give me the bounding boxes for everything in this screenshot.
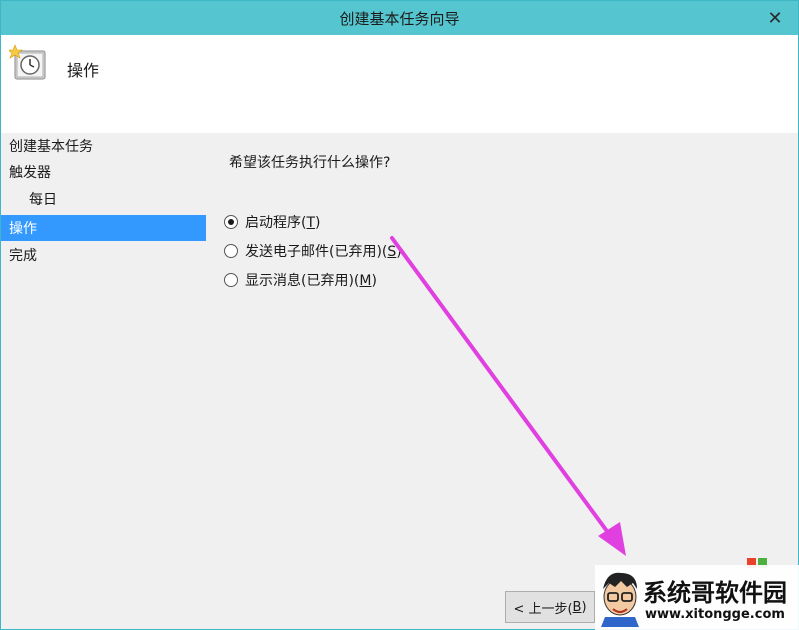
mascot-logo-icon bbox=[601, 572, 639, 627]
window-title: 创建基本任务向导 bbox=[339, 9, 460, 28]
back-button-suffix: ) bbox=[581, 599, 587, 615]
title-bar: 创建基本任务向导 ✕ bbox=[1, 1, 798, 35]
sidebar-item-trigger[interactable]: 触发器 bbox=[1, 159, 206, 185]
option-label: 启动程序(T) bbox=[245, 215, 321, 231]
watermark-site-name: 系统哥软件园 bbox=[643, 579, 787, 607]
radio-send-email[interactable] bbox=[224, 244, 238, 258]
wizard-content: 希望该任务执行什么操作? 启动程序(T) 发送电子邮件(已弃用)(S) 显示消息… bbox=[206, 133, 798, 629]
task-scheduler-clock-icon bbox=[9, 44, 46, 80]
sidebar-item-create-basic-task[interactable]: 创建基本任务 bbox=[1, 133, 206, 159]
sidebar-item-action[interactable]: 操作 bbox=[1, 215, 206, 241]
option-label: 发送电子邮件(已弃用)(S) bbox=[245, 244, 402, 260]
radio-display-message[interactable] bbox=[224, 273, 238, 287]
option-display-message[interactable]: 显示消息(已弃用)(M) bbox=[224, 270, 377, 290]
sidebar-item-daily[interactable]: 每日 bbox=[1, 186, 206, 212]
sidebar-item-finish[interactable]: 完成 bbox=[1, 242, 206, 268]
page-heading: 操作 bbox=[67, 61, 100, 80]
radio-start-program[interactable] bbox=[224, 215, 238, 229]
close-button[interactable]: ✕ bbox=[762, 5, 788, 31]
back-button-label: < 上一步( bbox=[513, 601, 573, 617]
back-button[interactable]: < 上一步(B) bbox=[505, 591, 595, 623]
task-wizard-window: 创建基本任务向导 ✕ 操作 创建基本任务 触发器 每日 操作 完成 希望该任务执… bbox=[0, 0, 799, 630]
close-icon: ✕ bbox=[767, 7, 783, 29]
wizard-steps-sidebar: 创建基本任务 触发器 每日 操作 完成 bbox=[1, 133, 206, 629]
option-send-email[interactable]: 发送电子邮件(已弃用)(S) bbox=[224, 241, 402, 261]
watermark-url: www.xitongge.com bbox=[645, 607, 785, 622]
option-start-program[interactable]: 启动程序(T) bbox=[224, 212, 321, 232]
back-button-accel: B bbox=[572, 599, 582, 615]
option-label: 显示消息(已弃用)(M) bbox=[245, 273, 377, 289]
action-question: 希望该任务执行什么操作? bbox=[229, 155, 391, 171]
site-watermark: 系统哥软件园 www.xitongge.com bbox=[595, 565, 799, 630]
wizard-header: 操作 bbox=[1, 35, 798, 133]
